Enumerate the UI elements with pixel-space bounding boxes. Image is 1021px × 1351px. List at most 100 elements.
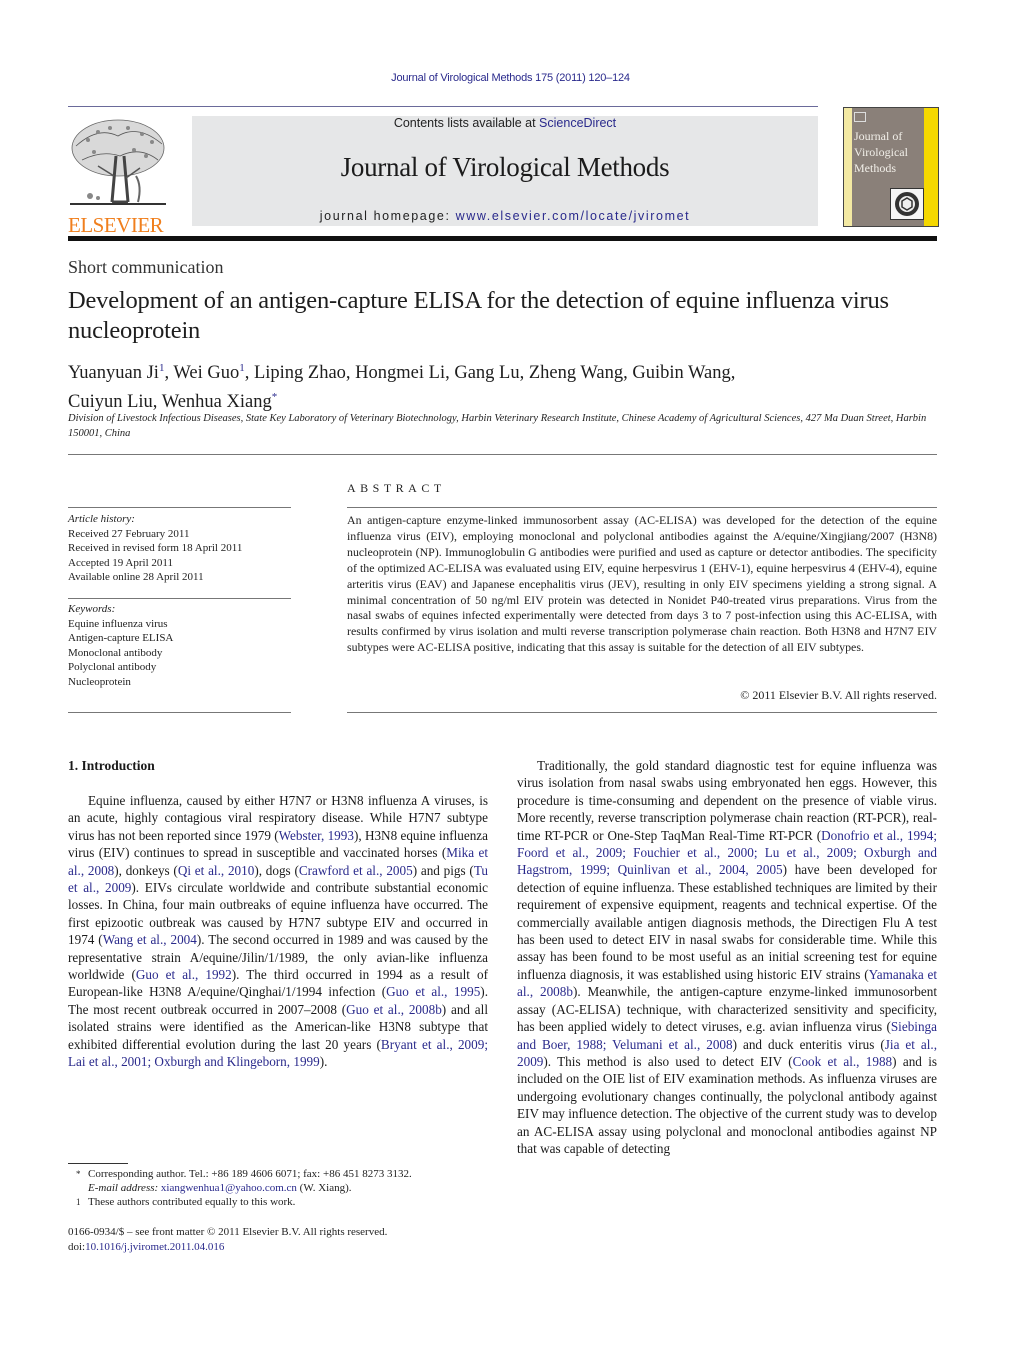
article-type: Short communication xyxy=(68,257,224,277)
abstract-text: An antigen-capture enzyme-linked immunos… xyxy=(347,513,937,655)
abstract-bottom-rule xyxy=(347,712,937,713)
footnote-rule xyxy=(68,1163,128,1164)
header-rule xyxy=(68,106,818,107)
author-name: Gang Lu xyxy=(454,363,520,384)
homepage-link[interactable]: www.elsevier.com/locate/jviromet xyxy=(456,209,691,223)
keyword-item: Nucleoprotein xyxy=(68,675,131,688)
keywords-divider xyxy=(68,598,291,599)
email-footnote: E-mail address: xiangwenhua1@yahoo.com.c… xyxy=(68,1181,488,1195)
author-name: Guibin Wang xyxy=(632,363,731,384)
author-line: Cuiyun Liu, Wenhua Xiang* xyxy=(68,391,278,413)
keyword-item: Equine influenza virus xyxy=(68,617,168,630)
cover-title-line: Methods xyxy=(854,161,896,175)
abstract-divider xyxy=(347,507,937,508)
citation-link[interactable]: Guo et al., 1995 xyxy=(386,984,480,999)
article-info-divider xyxy=(68,507,291,508)
affiliation: Division of Livestock Infectious Disease… xyxy=(68,413,927,439)
affiliation-mark[interactable]: 1 xyxy=(159,362,165,374)
footnote-mark: * xyxy=(76,1169,81,1179)
contents-prefix: Contents lists available at xyxy=(393,116,540,130)
cover-title: Journal of Virological Methods xyxy=(854,128,908,176)
cover-right-stripe xyxy=(924,108,938,226)
elsevier-logo[interactable]: ELSEVIER xyxy=(68,116,168,237)
article-title: Development of an antigen-capture ELISA … xyxy=(68,287,889,344)
equal-contribution-footnote: 1 These authors contributed equally to t… xyxy=(68,1195,488,1209)
keyword-item: Monoclonal antibody xyxy=(68,646,163,659)
sciencedirect-link[interactable]: ScienceDirect xyxy=(539,116,616,130)
history-item: Accepted 19 April 2011 xyxy=(68,556,173,569)
citation-link[interactable]: Cook et al., 1988 xyxy=(793,1054,893,1069)
virus-icon xyxy=(895,192,919,216)
contents-line: Contents lists available at ScienceDirec… xyxy=(192,116,818,130)
history-item: Available online 28 April 2011 xyxy=(68,571,204,583)
author-name: Wenhua Xiang xyxy=(161,392,272,413)
author-name: Yuanyuan Ji xyxy=(68,363,159,384)
journal-title: Journal of Virological Methods xyxy=(340,152,670,182)
cover-title-line: Journal of xyxy=(854,129,903,143)
keywords: Keywords: Equine influenza virus Antigen… xyxy=(68,602,291,689)
cover-title-line: Virological xyxy=(854,145,908,159)
citation-link[interactable]: Tu et al., 2009 xyxy=(68,863,488,895)
corresponding-text: Corresponding author. Tel.: +86 189 4606… xyxy=(88,1168,412,1180)
homepage-line: journal homepage: www.elsevier.com/locat… xyxy=(192,209,818,223)
abstract-copyright: © 2011 Elsevier B.V. All rights reserved… xyxy=(740,688,937,702)
author-name: Zheng Wang xyxy=(528,363,624,384)
author-name: Liping Zhao xyxy=(253,363,346,384)
footnote-mark: 1 xyxy=(76,1197,81,1208)
citation-link[interactable]: Bryant et al., 2009; Lai et al., 2001; O… xyxy=(68,1037,488,1069)
corresponding-author-mark[interactable]: * xyxy=(272,391,278,403)
journal-banner: Contents lists available at ScienceDirec… xyxy=(192,116,818,226)
paragraph: Equine influenza, caused by either H7N7 … xyxy=(68,793,489,1070)
citation-link[interactable]: Yamanaka et al., 2008b xyxy=(517,967,937,999)
title-divider xyxy=(68,454,937,455)
history-item: Received 27 February 2011 xyxy=(68,527,190,540)
email-label: E-mail address: xyxy=(88,1182,161,1195)
doi-link[interactable]: 10.1016/j.jviromet.2011.04.016 xyxy=(85,1241,224,1253)
history-item: Received in revised form 18 April 2011 xyxy=(68,542,243,554)
paragraph: Traditionally, the gold standard diagnos… xyxy=(517,758,937,1156)
article-info-bottom-rule xyxy=(68,712,291,713)
citation-link[interactable]: Mika et al., 2008 xyxy=(68,845,488,877)
tree-icon xyxy=(70,119,166,205)
citation-link[interactable]: Donofrio et al., 1994; Foord et al., 200… xyxy=(517,828,937,878)
affiliation-mark[interactable]: 1 xyxy=(239,362,245,374)
author-list: Yuanyuan Ji1, Wei Guo1, Liping Zhao, Hon… xyxy=(68,356,948,414)
history-heading: Article history: xyxy=(68,513,135,525)
citation-link[interactable]: Qi et al., 2010 xyxy=(178,863,254,878)
intro-right-column: Traditionally, the gold standard diagnos… xyxy=(517,757,937,1157)
article-history: Article history: Received 27 February 20… xyxy=(68,512,291,585)
section-heading-introduction: 1. Introduction xyxy=(68,758,155,773)
intro-left-column: Equine influenza, caused by either H7N7 … xyxy=(68,792,488,1071)
running-head[interactable]: Journal of Virological Methods 175 (2011… xyxy=(0,72,1021,84)
cover-image xyxy=(890,188,924,220)
homepage-prefix: journal homepage: xyxy=(319,209,456,223)
author-name: Cuiyun Liu xyxy=(68,392,153,413)
keyword-item: Antigen-capture ELISA xyxy=(68,632,174,644)
keywords-heading: Keywords: xyxy=(68,603,116,615)
journal-cover[interactable]: Journal of Virological Methods xyxy=(843,107,939,227)
corresponding-footnote: * Corresponding author. Tel.: +86 189 46… xyxy=(68,1167,488,1181)
citation-link[interactable]: Wang et al., 2004 xyxy=(103,932,197,947)
author-name: Hongmei Li xyxy=(355,363,446,384)
cover-left-stripe xyxy=(844,108,852,226)
citation-link[interactable]: Guo et al., 2008b xyxy=(346,1002,442,1017)
citation-link[interactable]: Siebinga and Boer, 1988; Velumani et al.… xyxy=(517,1019,937,1051)
header-thick-rule xyxy=(68,236,937,241)
citation-link[interactable]: Crawford et al., 2005 xyxy=(299,863,413,878)
citation-link[interactable]: Guo et al., 1992 xyxy=(136,967,232,982)
keyword-item: Polyclonal antibody xyxy=(68,661,157,673)
equal-contribution-text: These authors contributed equally to thi… xyxy=(88,1196,296,1209)
elsevier-wordmark: ELSEVIER xyxy=(68,213,164,237)
cover-publisher-icon xyxy=(854,112,866,122)
abstract-heading: ABSTRACT xyxy=(347,481,446,495)
email-link[interactable]: xiangwenhua1@yahoo.com.cn xyxy=(161,1182,297,1194)
doi-prefix: doi: xyxy=(68,1241,86,1253)
footnotes: * Corresponding author. Tel.: +86 189 46… xyxy=(68,1167,488,1210)
doi-line: doi:10.1016/j.jviromet.2011.04.016 xyxy=(68,1240,488,1255)
author-name: Wei Guo xyxy=(173,363,240,384)
author-line: Yuanyuan Ji1, Wei Guo1, Liping Zhao, Hon… xyxy=(68,362,736,384)
citation-link[interactable]: Webster, 1993 xyxy=(279,828,354,843)
front-matter: 0166-0934/$ – see front matter © 2011 El… xyxy=(68,1225,488,1255)
email-suffix: (W. Xiang). xyxy=(296,1182,352,1195)
issn-line: 0166-0934/$ – see front matter © 2011 El… xyxy=(68,1226,388,1238)
